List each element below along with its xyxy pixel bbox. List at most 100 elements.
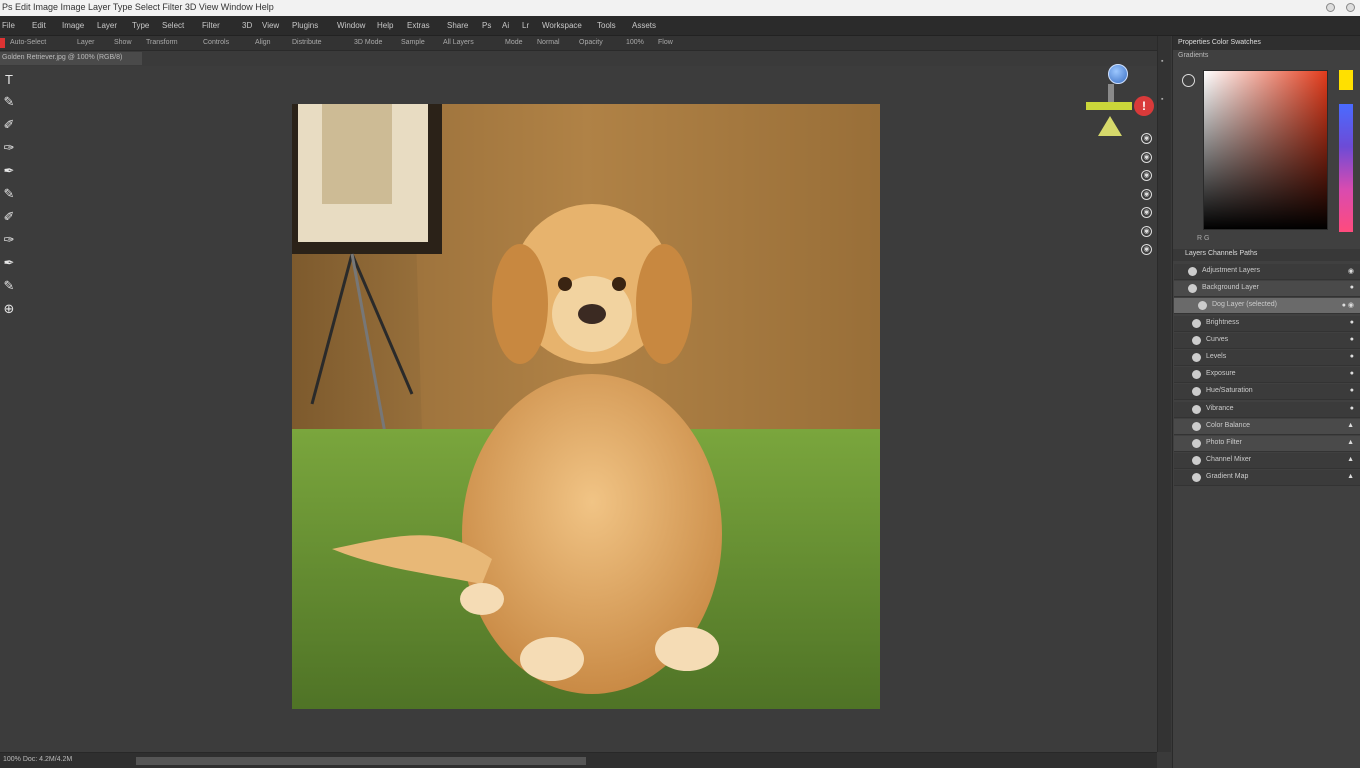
layer-row[interactable]: Color Balance ▲ — [1174, 418, 1360, 435]
canvas-option-6-icon[interactable]: ◉ — [1141, 225, 1152, 237]
layer-row[interactable]: Brightness ● — [1174, 315, 1360, 332]
menu-item-filter[interactable]: Filter — [202, 21, 220, 30]
option-transform[interactable]: Transform — [146, 39, 178, 46]
dock-collapse-icon[interactable]: ▪ — [1161, 58, 1163, 65]
menu-item-file[interactable]: File — [2, 21, 15, 30]
option-layer[interactable]: Layer — [77, 39, 95, 46]
hue-slider[interactable] — [1339, 104, 1353, 232]
layer-visibility-icon[interactable]: ● — [1350, 284, 1354, 291]
cone-icon[interactable] — [1098, 116, 1122, 136]
canvas-option-2-icon[interactable]: ◉ — [1141, 151, 1152, 163]
option-controls[interactable]: Controls — [203, 39, 229, 46]
layer-visibility-icon[interactable]: ● — [1350, 319, 1354, 326]
layer-row[interactable]: Levels ● — [1174, 350, 1360, 366]
right-panel: Properties Color Swatches Gradients R G … — [1172, 36, 1360, 768]
menu-item-plugins[interactable]: Plugins — [292, 21, 318, 30]
menu-item-view[interactable]: View — [262, 21, 279, 30]
option-sample[interactable]: Sample — [401, 39, 425, 46]
pen-tool-icon[interactable]: ✐ — [1, 208, 17, 226]
gradient-tool-icon[interactable]: ✒ — [1, 162, 17, 180]
image-canvas[interactable] — [292, 104, 880, 709]
layers-panel-header[interactable]: Layers Channels Paths — [1173, 249, 1360, 261]
option-align[interactable]: Align — [255, 39, 271, 46]
eraser-tool-icon[interactable]: ✑ — [1, 139, 17, 157]
menu-item-select[interactable]: Select — [162, 21, 184, 30]
option-normal[interactable]: Normal — [537, 39, 560, 46]
layer-row[interactable]: Exposure ● — [1174, 367, 1360, 384]
alert-icon[interactable]: ! — [1134, 96, 1154, 116]
horizontal-scrollbar[interactable] — [136, 757, 586, 765]
layer-name: Channel Mixer — [1206, 456, 1252, 464]
canvas-option-7-icon[interactable]: ◉ — [1141, 244, 1152, 255]
layer-row[interactable]: Channel Mixer ▲ — [1174, 453, 1360, 470]
menu-item-tools[interactable]: Tools — [597, 21, 616, 30]
layer-row[interactable]: Background Layer ● — [1174, 281, 1360, 298]
globe-icon[interactable] — [1108, 64, 1128, 84]
document-tab[interactable]: Golden Retriever.jpg @ 100% (RGB/8) — [0, 52, 142, 65]
color-target-icon[interactable] — [1182, 74, 1195, 87]
canvas-option-1-icon[interactable]: ◉ — [1141, 133, 1152, 144]
option-100-[interactable]: 100% — [626, 39, 644, 46]
canvas-option-3-icon[interactable]: ◉ — [1141, 170, 1152, 181]
saturation-picker[interactable] — [1203, 70, 1328, 230]
canvas-option-5-icon[interactable]: ◉ — [1141, 207, 1152, 218]
gizmo-axis-bar[interactable] — [1086, 102, 1132, 110]
layer-row[interactable]: Vibrance ● — [1174, 401, 1360, 418]
layer-visibility-icon[interactable]: ◉ — [1348, 267, 1354, 275]
layer-row[interactable]: Dog Layer (selected) ● ◉ — [1174, 298, 1360, 315]
type-tool-icon[interactable]: T — [1, 70, 17, 88]
menu-item-extras[interactable]: Extras — [407, 21, 430, 30]
close-window-icon[interactable] — [1346, 3, 1355, 12]
clone-tool-icon[interactable]: ✐ — [1, 116, 17, 134]
layer-row[interactable]: Photo Filter ▲ — [1174, 436, 1360, 452]
option-mode[interactable]: Mode — [505, 39, 523, 46]
menu-item-window[interactable]: Window — [337, 21, 365, 30]
menu-item-type[interactable]: Type — [132, 21, 149, 30]
layer-visibility-icon[interactable]: ▲ — [1347, 422, 1354, 429]
menu-item-layer[interactable]: Layer — [97, 21, 117, 30]
color-panel-subtitle[interactable]: Gradients — [1173, 51, 1360, 63]
option-flow[interactable]: Flow — [658, 39, 673, 46]
option-distribute[interactable]: Distribute — [292, 39, 322, 46]
menu-item-ai[interactable]: Ai — [502, 21, 509, 30]
brush-tool-icon[interactable]: ✎ — [1, 93, 17, 111]
menu-item-share[interactable]: Share — [447, 21, 468, 30]
option-opacity[interactable]: Opacity — [579, 39, 603, 46]
layer-row[interactable]: Curves ● — [1174, 332, 1360, 349]
layer-visibility-icon[interactable]: ● — [1350, 336, 1354, 343]
layer-visibility-icon[interactable]: ● — [1350, 370, 1354, 377]
layer-visibility-icon[interactable]: ▲ — [1347, 439, 1354, 446]
menu-item-3d[interactable]: 3D — [242, 21, 252, 30]
option-auto-select[interactable]: Auto-Select — [10, 39, 46, 46]
dock-expand-icon[interactable]: ▪ — [1161, 96, 1163, 103]
shape-tool-icon[interactable]: ✒ — [1, 254, 17, 272]
layer-visibility-icon[interactable]: ▲ — [1347, 456, 1354, 463]
menu-item-workspace[interactable]: Workspace — [542, 21, 582, 30]
layer-visibility-icon[interactable]: ● — [1350, 353, 1354, 360]
menu-item-ps[interactable]: Ps — [482, 21, 491, 30]
menu-item-help[interactable]: Help — [377, 21, 393, 30]
dodge-tool-icon[interactable]: ✎ — [1, 185, 17, 203]
layer-row[interactable]: Adjustment Layers ◉ — [1174, 264, 1360, 280]
layer-visibility-icon[interactable]: ● — [1350, 387, 1354, 394]
layer-visibility-icon[interactable]: ● ◉ — [1342, 301, 1354, 309]
menu-item-lr[interactable]: Lr — [522, 21, 529, 30]
zoom-tool-icon[interactable]: ⊕ — [1, 300, 17, 318]
layer-row[interactable]: Hue/Saturation ● — [1174, 384, 1360, 401]
menu-item-edit[interactable]: Edit — [32, 21, 46, 30]
option-all-layers[interactable]: All Layers — [443, 39, 474, 46]
menu-item-assets[interactable]: Assets — [632, 21, 656, 30]
canvas-option-4-icon[interactable]: ◉ — [1141, 188, 1152, 200]
option-show[interactable]: Show — [114, 39, 132, 46]
path-tool-icon[interactable]: ✑ — [1, 231, 17, 249]
layer-visibility-icon[interactable]: ▲ — [1347, 473, 1354, 480]
foreground-swatch[interactable] — [1339, 70, 1353, 90]
hand-tool-icon[interactable]: ✎ — [1, 277, 17, 295]
option-3d-mode[interactable]: 3D Mode — [354, 39, 382, 46]
navigation-gizmo[interactable]: ! — [1084, 62, 1160, 142]
menu-item-image[interactable]: Image — [62, 21, 84, 30]
layer-visibility-icon[interactable]: ● — [1350, 405, 1354, 412]
color-panel-header[interactable]: Properties Color Swatches — [1173, 36, 1360, 50]
minimize-icon[interactable] — [1326, 3, 1335, 12]
layer-row[interactable]: Gradient Map ▲ — [1174, 470, 1360, 487]
